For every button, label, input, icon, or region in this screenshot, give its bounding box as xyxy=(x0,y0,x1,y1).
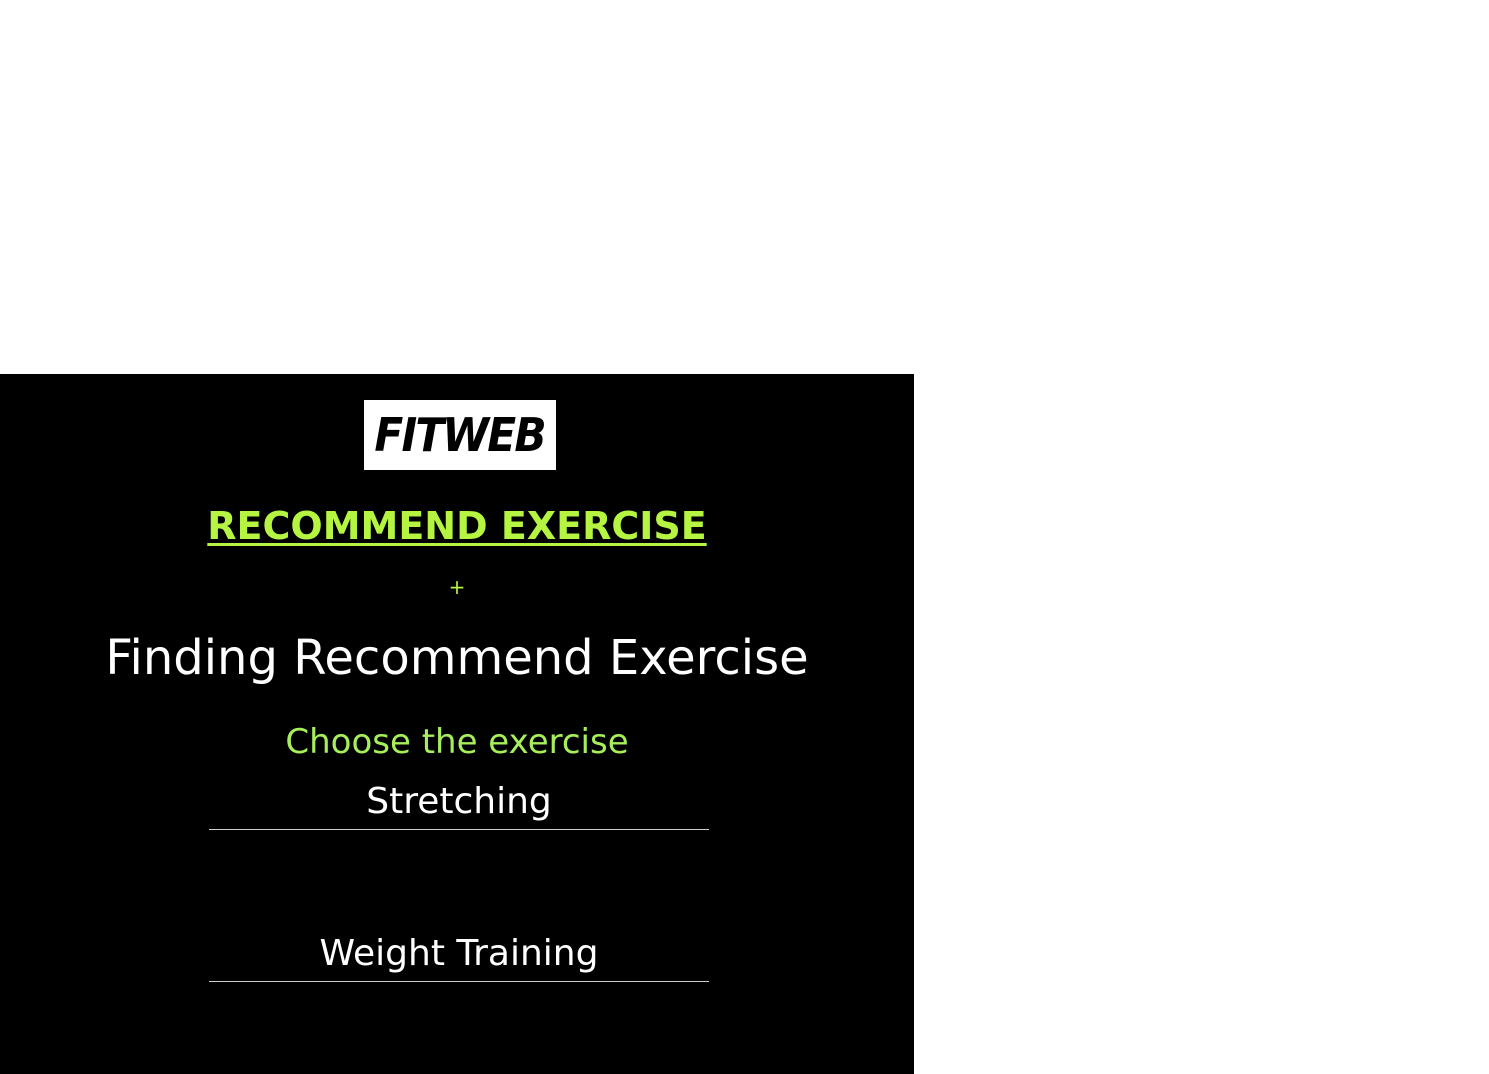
choose-exercise-label: Choose the exercise xyxy=(285,722,629,762)
main-panel: FITWEB RECOMMEND EXERCISE + Finding Reco… xyxy=(0,374,914,1074)
option-weight-training[interactable]: Weight Training xyxy=(209,932,709,983)
logo-text: FITWEB xyxy=(374,408,547,462)
page-title: Finding Recommend Exercise xyxy=(105,630,809,686)
recommend-exercise-link[interactable]: RECOMMEND EXERCISE xyxy=(0,505,914,548)
fitweb-logo[interactable]: FITWEB xyxy=(364,400,556,470)
plus-icon: + xyxy=(448,575,466,599)
option-stretching[interactable]: Stretching xyxy=(209,780,709,831)
